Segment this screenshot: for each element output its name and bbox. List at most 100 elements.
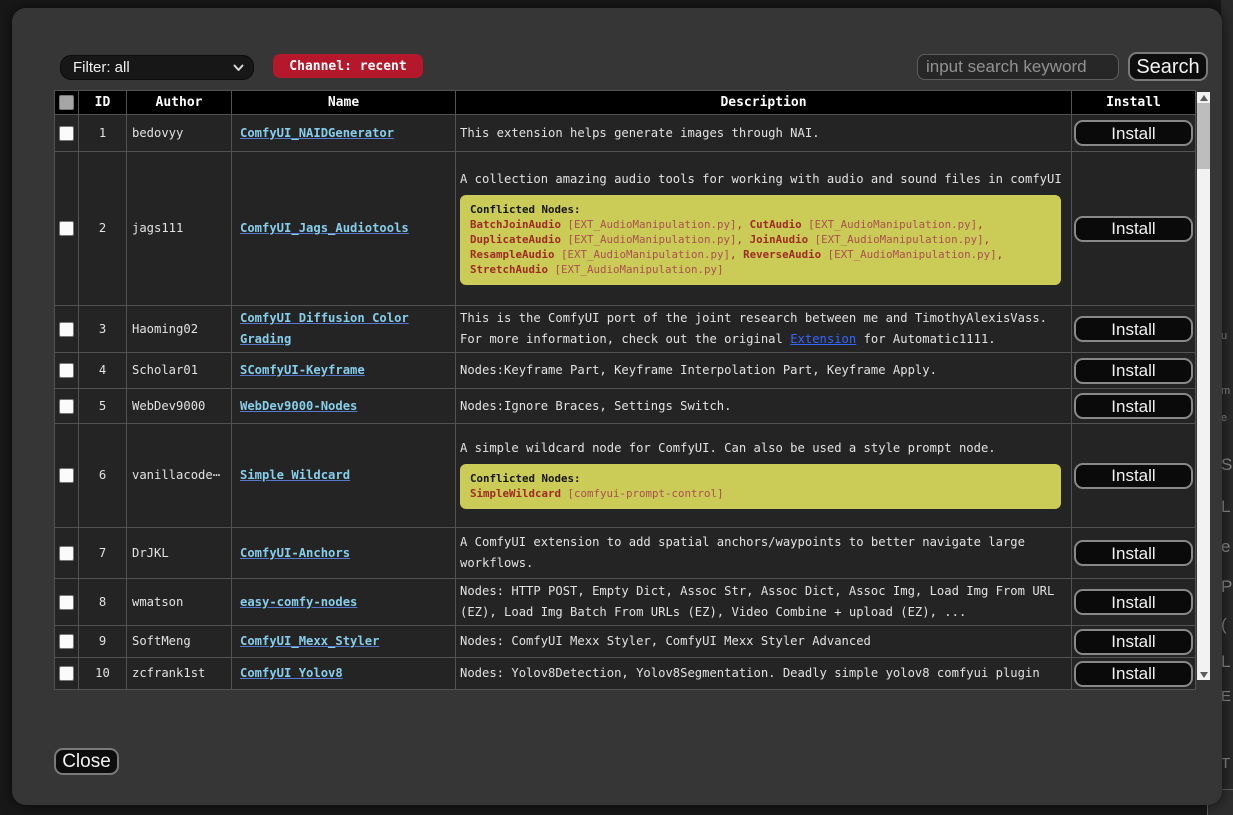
extension-table-body: 1 bedovyy ComfyUI_NAIDGenerator This ext… xyxy=(55,115,1196,690)
row-checkbox[interactable] xyxy=(59,221,74,236)
background-text-fragment: S xyxy=(1221,455,1232,475)
row-checkbox[interactable] xyxy=(59,546,74,561)
conflicted-nodes-list: SimpleWildcard [comfyui-prompt-control] xyxy=(470,486,1051,501)
extension-name-link[interactable]: Simple Wildcard xyxy=(240,468,350,482)
row-description: A collection amazing audio tools for wor… xyxy=(460,169,1063,190)
row-checkbox[interactable] xyxy=(59,126,74,141)
filter-select-wrap: Filter: all xyxy=(60,55,254,80)
table-row: 9 SoftMeng ComfyUI_Mexx_Styler Nodes: Co… xyxy=(55,626,1196,658)
extension-table-wrap: ID Author Name Description Install 1 bed… xyxy=(54,90,1196,690)
search-input[interactable] xyxy=(917,54,1119,80)
header-description: Description xyxy=(456,91,1072,115)
scrollbar-down-button[interactable] xyxy=(1197,669,1210,680)
arrow-up-icon xyxy=(1200,95,1208,101)
description-link[interactable]: Extension xyxy=(790,332,856,346)
extension-name-link[interactable]: ComfyUI Diffusion Color Grading xyxy=(240,311,409,346)
row-author: zcfrank1st xyxy=(127,658,232,690)
install-button[interactable]: Install xyxy=(1074,463,1193,489)
row-checkbox[interactable] xyxy=(59,399,74,414)
row-author: Scholar01 xyxy=(127,353,232,389)
row-id: 9 xyxy=(79,626,127,658)
row-id: 5 xyxy=(79,389,127,424)
install-button[interactable]: Install xyxy=(1074,216,1193,242)
filter-select[interactable]: Filter: all xyxy=(60,55,254,80)
conflicted-nodes-box: Conflicted Nodes:SimpleWildcard [comfyui… xyxy=(460,464,1061,509)
table-row: 5 WebDev9000 WebDev9000-Nodes Nodes:Igno… xyxy=(55,389,1196,424)
row-id: 10 xyxy=(79,658,127,690)
extension-name-link[interactable]: easy-comfy-nodes xyxy=(240,595,357,609)
row-id: 2 xyxy=(79,152,127,306)
row-author: DrJKL xyxy=(127,528,232,579)
table-row: 6 vanillacode⋯ Simple Wildcard A simple … xyxy=(55,424,1196,528)
extension-name-link[interactable]: SComfyUI-Keyframe xyxy=(240,363,365,377)
channel-badge: Channel: recent xyxy=(273,54,423,78)
extension-name-link[interactable]: WebDev9000-Nodes xyxy=(240,399,357,413)
row-checkbox[interactable] xyxy=(59,634,74,649)
row-description: This extension helps generate images thr… xyxy=(460,123,1063,144)
header-author: Author xyxy=(127,91,232,115)
row-id: 3 xyxy=(79,306,127,353)
row-description: Nodes: ComfyUI Mexx Styler, ComfyUI Mexx… xyxy=(460,631,1063,652)
install-button[interactable]: Install xyxy=(1074,661,1193,687)
extension-name-link[interactable]: ComfyUI_Mexx_Styler xyxy=(240,634,379,648)
install-button[interactable]: Install xyxy=(1074,358,1193,384)
row-author: wmatson xyxy=(127,579,232,626)
header-install: Install xyxy=(1072,91,1196,115)
row-id: 1 xyxy=(79,115,127,152)
install-button[interactable]: Install xyxy=(1074,629,1193,655)
background-text-fragment: e xyxy=(1221,537,1230,557)
row-checkbox[interactable] xyxy=(59,666,74,681)
extension-name-link[interactable]: ComfyUI-Anchors xyxy=(240,546,350,560)
row-checkbox[interactable] xyxy=(59,322,74,337)
custom-node-installer-dialog: Filter: all Channel: recent Search ID xyxy=(12,8,1222,805)
row-author: Haoming02 xyxy=(127,306,232,353)
row-checkbox[interactable] xyxy=(59,468,74,483)
table-row: 7 DrJKL ComfyUI-Anchors A ComfyUI extens… xyxy=(55,528,1196,579)
row-author: SoftMeng xyxy=(127,626,232,658)
comfyui-manager-page: umeSLeP(LET Filter: all Channel: recent … xyxy=(0,0,1233,815)
extension-name-link[interactable]: ComfyUI Yolov8 xyxy=(240,666,343,680)
row-checkbox[interactable] xyxy=(59,363,74,378)
conflicted-nodes-label: Conflicted Nodes: xyxy=(470,202,1051,217)
row-description: A ComfyUI extension to add spatial ancho… xyxy=(460,532,1063,574)
row-description: A simple wildcard node for ComfyUI. Can … xyxy=(460,438,1063,459)
background-text-fragment: L xyxy=(1221,652,1230,672)
row-description: Nodes: HTTP POST, Empty Dict, Assoc Str,… xyxy=(460,581,1063,623)
search-button[interactable]: Search xyxy=(1128,52,1208,81)
table-scrollbar-track[interactable] xyxy=(1197,92,1210,680)
select-all-checkbox[interactable] xyxy=(59,95,74,110)
extension-table: ID Author Name Description Install 1 bed… xyxy=(54,90,1196,690)
header-id: ID xyxy=(79,91,127,115)
row-description: Nodes:Keyframe Part, Keyframe Interpolat… xyxy=(460,360,1063,381)
table-header-row: ID Author Name Description Install xyxy=(55,91,1196,115)
row-author: jags111 xyxy=(127,152,232,306)
close-button[interactable]: Close xyxy=(54,748,119,775)
row-id: 7 xyxy=(79,528,127,579)
table-row: 3 Haoming02 ComfyUI Diffusion Color Grad… xyxy=(55,306,1196,353)
arrow-down-icon xyxy=(1200,672,1208,678)
install-button[interactable]: Install xyxy=(1074,316,1193,342)
install-button[interactable]: Install xyxy=(1074,120,1193,146)
table-row: 4 Scholar01 SComfyUI-Keyframe Nodes:Keyf… xyxy=(55,353,1196,389)
install-button[interactable]: Install xyxy=(1074,393,1193,419)
row-id: 8 xyxy=(79,579,127,626)
row-description: Nodes:Ignore Braces, Settings Switch. xyxy=(460,396,1063,417)
row-author: bedovyy xyxy=(127,115,232,152)
install-button[interactable]: Install xyxy=(1074,589,1193,615)
conflicted-nodes-list: BatchJoinAudio [EXT_AudioManipulation.py… xyxy=(470,217,1051,277)
row-description: Nodes: Yolov8Detection, Yolov8Segmentati… xyxy=(460,663,1063,684)
background-text-fragment: P xyxy=(1221,577,1232,597)
row-author: WebDev9000 xyxy=(127,389,232,424)
row-checkbox[interactable] xyxy=(59,595,74,610)
header-name: Name xyxy=(232,91,456,115)
scrollbar-up-button[interactable] xyxy=(1197,92,1210,103)
scrollbar-thumb[interactable] xyxy=(1197,103,1210,169)
extension-name-link[interactable]: ComfyUI_NAIDGenerator xyxy=(240,126,394,140)
background-text-fragment: T xyxy=(1221,755,1230,772)
conflicted-nodes-box: Conflicted Nodes:BatchJoinAudio [EXT_Aud… xyxy=(460,195,1061,285)
background-text-fragment: L xyxy=(1221,497,1230,517)
install-button[interactable]: Install xyxy=(1074,540,1193,566)
background-text-fragment: E xyxy=(1221,688,1231,705)
extension-name-link[interactable]: ComfyUI_Jags_Audiotools xyxy=(240,221,409,235)
row-id: 6 xyxy=(79,424,127,528)
